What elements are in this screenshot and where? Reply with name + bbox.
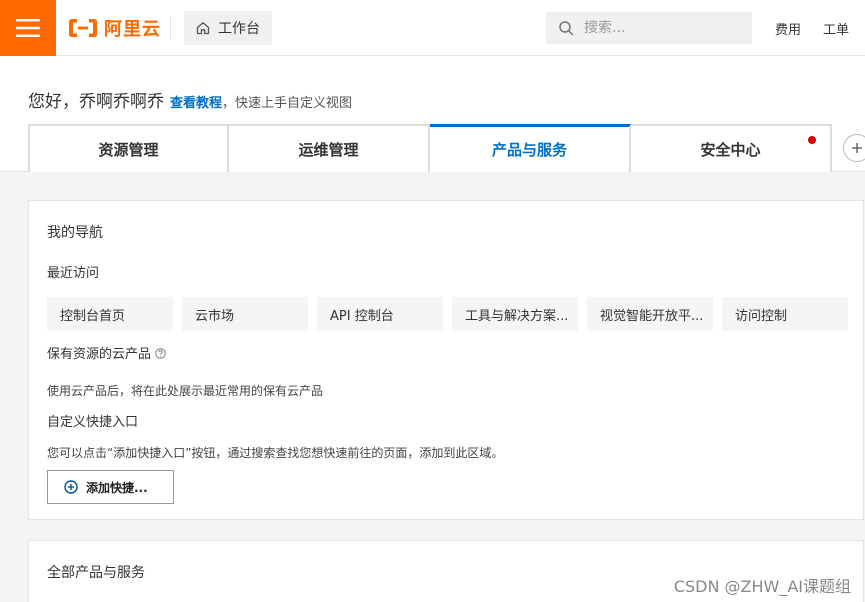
tab-operations-management[interactable]: 运维管理 bbox=[229, 124, 430, 172]
recent-list: 控制台首页 云市场 API 控制台 工具与解决方案... 视觉智能开放平... … bbox=[47, 297, 857, 331]
my-navigation-card: 我的导航 最近访问 控制台首页 云市场 API 控制台 工具与解决方案... 视… bbox=[28, 200, 864, 520]
tutorial-link[interactable]: 查看教程 bbox=[170, 96, 222, 111]
hamburger-icon bbox=[16, 19, 40, 37]
workbench-button[interactable]: 工作台 bbox=[184, 11, 272, 45]
tab-label: 资源管理 bbox=[98, 140, 159, 159]
card-title: 全部产品与服务 bbox=[47, 565, 145, 581]
help-icon[interactable] bbox=[155, 348, 166, 359]
recent-item[interactable]: 云市场 bbox=[182, 297, 308, 331]
card-title: 我的导航 bbox=[47, 225, 103, 241]
custom-shortcut-desc: 您可以点击“添加快捷入口”按钮，通过搜索查找您想快速前往的页面，添加到此区域。 bbox=[47, 446, 504, 460]
recent-item[interactable]: 视觉智能开放平... bbox=[587, 297, 713, 331]
search-input[interactable] bbox=[584, 20, 744, 36]
hero-section: 您好，乔啊乔啊乔 查看教程，快速上手自定义视图 资源管理 运维管理 产品与服务 安… bbox=[0, 56, 865, 172]
add-tab-button[interactable] bbox=[843, 134, 865, 162]
menu-button[interactable] bbox=[0, 0, 56, 56]
recent-item[interactable]: 访问控制 bbox=[722, 297, 848, 331]
custom-shortcut-label: 自定义快捷入口 bbox=[47, 415, 139, 430]
billing-link[interactable]: 费用 bbox=[775, 19, 801, 38]
header-divider bbox=[170, 16, 171, 40]
tab-label: 安全中心 bbox=[700, 140, 761, 159]
recent-label: 最近访问 bbox=[47, 266, 100, 281]
recent-item[interactable]: 工具与解决方案... bbox=[452, 297, 578, 331]
notification-dot bbox=[808, 136, 816, 144]
add-shortcut-label: 添加快捷... bbox=[86, 480, 148, 495]
add-circle-icon bbox=[64, 480, 78, 494]
owned-label-text: 保有资源的云产品 bbox=[47, 347, 152, 362]
aliyun-logo-icon bbox=[69, 19, 97, 37]
owned-products-desc: 使用云产品后，将在此处展示最近常用的保有云产品 bbox=[47, 384, 324, 398]
search-box[interactable] bbox=[546, 12, 752, 44]
add-shortcut-button[interactable]: 添加快捷... bbox=[47, 470, 174, 504]
top-bar: 阿里云 工作台 费用 工单 bbox=[0, 0, 865, 56]
search-icon bbox=[559, 21, 574, 36]
watermark: CSDN @ZHW_AI课题组 bbox=[673, 577, 851, 596]
plus-icon bbox=[852, 143, 862, 153]
tab-security-center[interactable]: 安全中心 bbox=[631, 124, 832, 172]
owned-products-label: 保有资源的云产品 bbox=[47, 343, 166, 362]
ticket-link[interactable]: 工单 bbox=[823, 19, 849, 38]
tab-label: 运维管理 bbox=[298, 140, 359, 159]
aliyun-logo[interactable]: 阿里云 bbox=[68, 16, 161, 40]
workbench-label: 工作台 bbox=[218, 21, 260, 37]
greeting: 您好，乔啊乔啊乔 查看教程，快速上手自定义视图 bbox=[28, 87, 352, 112]
tab-label: 产品与服务 bbox=[491, 141, 567, 159]
recent-item[interactable]: 控制台首页 bbox=[47, 297, 173, 331]
recent-item[interactable]: API 控制台 bbox=[317, 297, 443, 331]
home-icon bbox=[196, 22, 210, 35]
tab-resource-management[interactable]: 资源管理 bbox=[28, 124, 229, 172]
greeting-tip: ，快速上手自定义视图 bbox=[222, 96, 353, 111]
greeting-text: 您好，乔啊乔啊乔 bbox=[28, 92, 164, 112]
view-tabs: 资源管理 运维管理 产品与服务 安全中心 bbox=[28, 124, 832, 172]
tab-products-services[interactable]: 产品与服务 bbox=[430, 124, 631, 172]
logo-text: 阿里云 bbox=[104, 19, 161, 40]
